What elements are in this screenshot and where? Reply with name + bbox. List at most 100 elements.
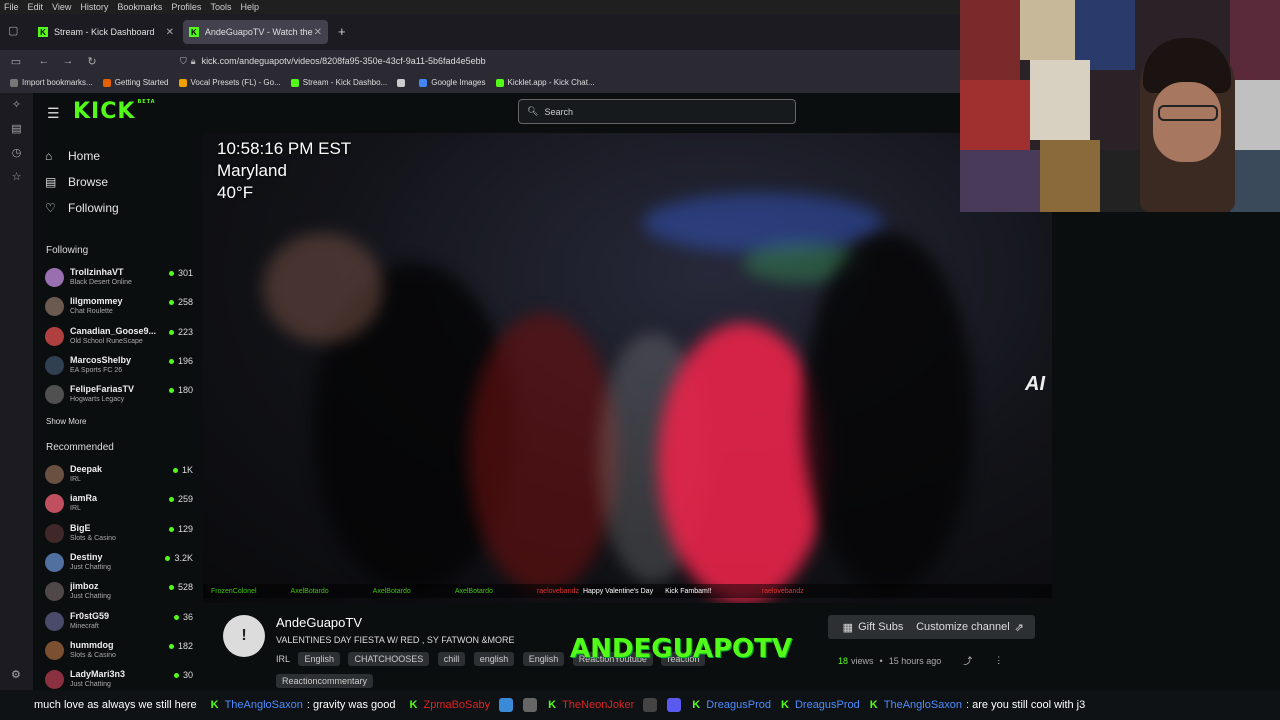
bookmark-kicklet[interactable]: Kicklet.app - Kick Chat...: [495, 78, 595, 87]
recommended-channel-item[interactable]: hummdog Slots & Casino 182: [45, 638, 197, 667]
channel-name: hummdog: [70, 639, 114, 650]
tag[interactable]: English: [522, 652, 565, 666]
import-icon: [10, 78, 18, 87]
channel-name: Canadian_Goose9...: [70, 325, 157, 336]
taskbar-app-icon[interactable]: [499, 698, 514, 712]
forward-icon[interactable]: →: [56, 55, 80, 67]
bookmark-s[interactable]: [397, 78, 409, 87]
menu-file[interactable]: File: [4, 2, 19, 12]
webcam-overlay: [960, 0, 1280, 212]
channel-name: TrollzinhaVT: [70, 267, 124, 277]
taskbar-app-icon[interactable]: [523, 698, 538, 712]
channel-info: ! AndeGuapoTV VALENTINES DAY FIESTA W/ R…: [223, 613, 1043, 693]
menu-profiles[interactable]: Profiles: [171, 2, 201, 12]
address-bar[interactable]: ⛉ 🔒︎ kick.com/andeguapotv/videos/8208fa9…: [180, 50, 486, 72]
hand: [263, 233, 383, 343]
new-tab-button[interactable]: +: [338, 24, 346, 39]
tag[interactable]: CHATCHOOSES: [348, 652, 430, 666]
nav-home[interactable]: ⌂ Home: [45, 143, 119, 169]
following-channel-item[interactable]: FelipeFariasTV Hogwarts Legacy 180: [45, 382, 197, 411]
chat-user: raelovebandz: [536, 587, 579, 595]
nav-browse[interactable]: ▤ Browse: [45, 169, 119, 195]
avatar: [45, 640, 64, 660]
overlay-time: 10:58:16 PM EST: [217, 139, 352, 158]
tab-list-icon[interactable]: ▢: [8, 24, 18, 37]
menu-help[interactable]: Help: [240, 2, 259, 12]
following-channel-item[interactable]: MarcosShelby EA Sports FC 26 196: [45, 353, 197, 382]
avatar: [45, 465, 64, 484]
channel-category: Old School RuneScape: [70, 337, 143, 345]
viewer-count: 182: [169, 641, 193, 651]
tab-label: Stream - Kick Dashboard: [54, 27, 155, 37]
external-link-icon: ⇗: [1014, 621, 1024, 634]
reload-icon[interactable]: ↻: [80, 55, 104, 68]
tag[interactable]: english: [473, 652, 515, 666]
viewer-count: 223: [169, 327, 193, 337]
close-icon[interactable]: ✕: [166, 27, 174, 38]
bookmark-star-icon[interactable]: ☆: [0, 165, 33, 189]
channel-category: Just Chatting: [70, 681, 111, 689]
avatar: [45, 523, 64, 543]
reader-icon[interactable]: ▤: [0, 117, 33, 141]
bookmark-import[interactable]: Import bookmarks...: [10, 78, 93, 87]
menu-history[interactable]: History: [80, 2, 108, 12]
menu-bookmarks[interactable]: Bookmarks: [117, 2, 162, 12]
following-channel-item[interactable]: TrollzinhaVT Black Desert Online 301: [45, 265, 197, 294]
streamer-face: [1153, 82, 1221, 162]
recommended-channel-item[interactable]: Fr0stG59 Minecraft 36: [45, 609, 197, 638]
viewer-count: 301: [169, 268, 193, 278]
recommended-channel-item[interactable]: Deepak IRL 1K: [45, 462, 197, 491]
channel-avatar[interactable]: !: [223, 615, 265, 657]
viewer-count: 1K: [173, 465, 193, 475]
customize-channel-button[interactable]: Customize channel ⇗: [905, 615, 1035, 639]
menu-icon[interactable]: ☰: [47, 105, 60, 122]
back-icon[interactable]: ←: [32, 55, 56, 67]
video-title: VALENTINES DAY FIESTA W/ RED , SY FATWON…: [276, 635, 515, 645]
tab-stream-dashboard[interactable]: K Stream - Kick Dashboard ✕: [32, 20, 180, 44]
avatar: [45, 268, 64, 287]
history-icon[interactable]: ◷: [0, 141, 33, 165]
more-options-icon[interactable]: ⋮: [994, 655, 1003, 666]
menu-view[interactable]: View: [52, 2, 71, 12]
show-more-link[interactable]: Show More: [46, 417, 86, 426]
following-channel-item[interactable]: lilgmommey Chat Roulette 258: [45, 294, 197, 323]
kick-logo[interactable]: KICK BETA: [73, 99, 156, 124]
tag[interactable]: English: [298, 652, 340, 666]
taskbar-app-icon[interactable]: [667, 698, 682, 712]
recommended-channel-item[interactable]: Destiny Just Chatting 3.2K: [45, 550, 197, 579]
tag[interactable]: Reactioncommentary: [276, 674, 374, 688]
channel-name: Deepak: [70, 464, 103, 474]
channel-name[interactable]: AndeGuapoTV: [276, 615, 362, 630]
bookmark-getting-started[interactable]: Getting Started: [102, 78, 169, 87]
kicklet-icon: [495, 78, 504, 87]
close-icon[interactable]: ✕: [314, 27, 322, 38]
channel-category: Slots & Casino: [70, 534, 116, 542]
kick-icon: [290, 78, 299, 87]
browser-sidebar: ✧ ▤ ◷ ☆ ⚙: [0, 93, 33, 690]
following-channel-item[interactable]: Canadian_Goose9... Old School RuneScape 22…: [45, 324, 197, 353]
viewer-count: 528: [169, 582, 193, 592]
video-player[interactable]: 10:58:16 PM EST Maryland 40°F AI FrozenC…: [203, 133, 1053, 603]
bookmark-stream-dashboard[interactable]: Stream - Kick Dashbo...: [290, 78, 387, 87]
taskbar-app-icon[interactable]: [643, 698, 658, 712]
sidebar-toggle-icon[interactable]: ▭: [4, 55, 28, 68]
tag[interactable]: chill: [437, 652, 466, 666]
tab-andeguapotv[interactable]: K AndeGuapoTV - Watch the VOD ✕: [183, 20, 328, 44]
recommended-channel-item[interactable]: jimboz Just Chatting 528: [45, 579, 197, 608]
avatar: [45, 326, 64, 346]
tag[interactable]: IRL: [276, 652, 290, 666]
ai-sparkle-icon[interactable]: ✧: [0, 93, 33, 117]
heart-icon: ♡: [45, 201, 56, 215]
nav-following[interactable]: ♡ Following: [45, 195, 119, 221]
search-input[interactable]: 🔍︎ Search: [518, 99, 796, 124]
bookmark-vocal-presets[interactable]: Vocal Presets (FL) - Go...: [178, 78, 281, 87]
menu-edit[interactable]: Edit: [28, 2, 44, 12]
recommended-channel-item[interactable]: iamRa IRL 259: [45, 491, 197, 520]
recommended-heading: Recommended: [46, 442, 114, 453]
recommended-channel-item[interactable]: LadyMari3n3 Just Chatting 30: [45, 667, 197, 690]
share-icon[interactable]: ⤴: [963, 654, 972, 667]
bookmark-google-images[interactable]: Google Images: [419, 78, 486, 87]
gear-icon[interactable]: ⚙: [11, 668, 21, 681]
recommended-channel-item[interactable]: BigE Slots & Casino 129: [45, 521, 197, 550]
menu-tools[interactable]: Tools: [210, 2, 231, 12]
